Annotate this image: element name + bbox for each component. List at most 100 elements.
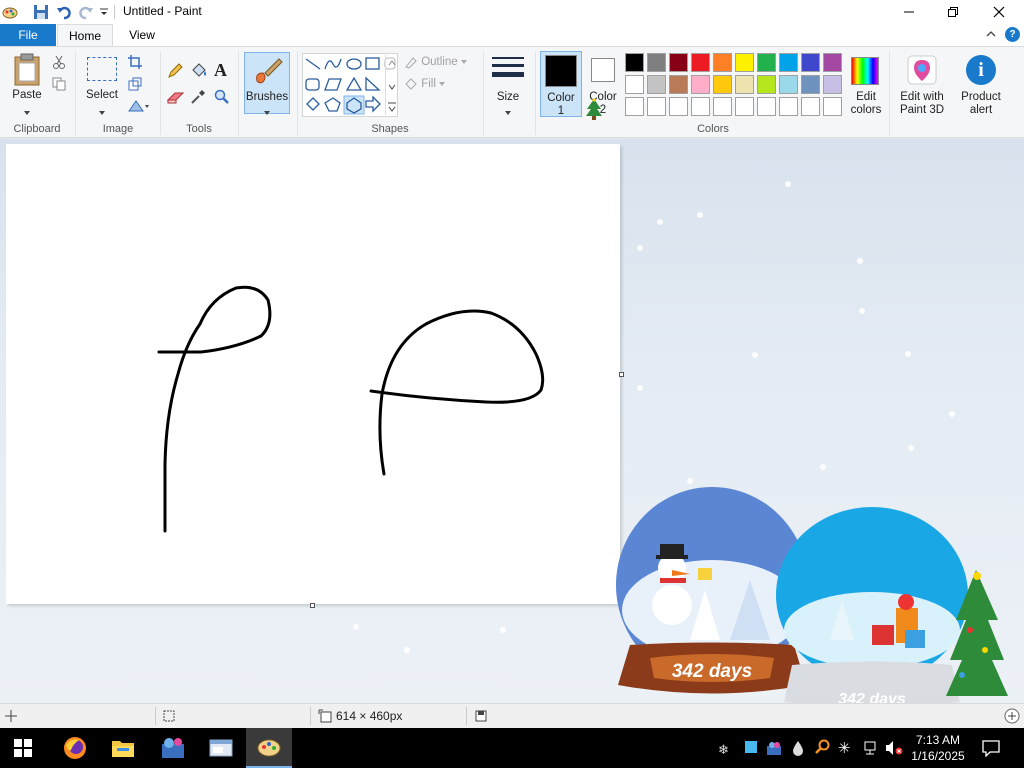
- resize-icon[interactable]: [128, 77, 142, 94]
- redo-icon[interactable]: [78, 4, 94, 20]
- palette-swatch[interactable]: [713, 97, 732, 116]
- title-divider: [114, 5, 115, 19]
- palette-swatch[interactable]: [823, 75, 842, 94]
- color1-number: 1: [557, 105, 565, 117]
- shapes-group-label: Shapes: [371, 123, 409, 135]
- palette-swatch[interactable]: [801, 75, 820, 94]
- palette-swatch[interactable]: [779, 53, 798, 72]
- window-app-icon[interactable]: [198, 728, 244, 768]
- palette-swatch[interactable]: [713, 75, 732, 94]
- snowflake-tray-icon[interactable]: ❄: [718, 742, 732, 757]
- minimize-button[interactable]: [886, 0, 932, 24]
- palette-swatch[interactable]: [713, 53, 732, 72]
- palette-swatch[interactable]: [735, 75, 754, 94]
- palette-swatch[interactable]: [691, 53, 710, 72]
- paint-taskbar-icon[interactable]: [246, 728, 292, 768]
- palette-swatch[interactable]: [757, 75, 776, 94]
- drawing-canvas[interactable]: [6, 144, 620, 604]
- crop-icon[interactable]: [128, 55, 142, 72]
- app-icon[interactable]: [150, 728, 196, 768]
- clock-time: 7:13 AM: [915, 733, 961, 747]
- help-icon[interactable]: ?: [1005, 27, 1020, 42]
- notifications-icon[interactable]: [982, 739, 1000, 760]
- palette-swatch[interactable]: [647, 75, 666, 94]
- palette-swatch[interactable]: [823, 97, 842, 116]
- paint-app-icon[interactable]: [2, 4, 18, 20]
- palette-swatch[interactable]: [735, 97, 754, 116]
- color1-button[interactable]: Color 1: [540, 51, 582, 117]
- palette-swatch[interactable]: [625, 53, 644, 72]
- maximize-button[interactable]: [930, 0, 976, 24]
- palette-swatch[interactable]: [669, 53, 688, 72]
- palette-swatch[interactable]: [757, 53, 776, 72]
- paste-button[interactable]: Paste: [6, 53, 48, 119]
- status-bar: 614 × 460px: [0, 703, 1024, 728]
- clock-date: 1/16/2025: [911, 749, 965, 763]
- status-divider: [155, 707, 156, 725]
- palette-swatch[interactable]: [757, 97, 776, 116]
- network-icon[interactable]: [862, 740, 878, 759]
- tray-app-icon[interactable]: [766, 740, 782, 759]
- palette-swatch[interactable]: [735, 53, 754, 72]
- brushes-button[interactable]: Brushes: [244, 52, 290, 115]
- edit-colors-button[interactable]: Edit colors: [846, 53, 886, 119]
- eraser-icon[interactable]: [166, 91, 185, 108]
- fill-button[interactable]: Fill: [404, 77, 480, 93]
- palette-swatch[interactable]: [647, 53, 666, 72]
- palette-swatch[interactable]: [625, 75, 644, 94]
- color1-label: Color: [547, 92, 575, 104]
- palette-swatch[interactable]: [669, 75, 688, 94]
- resize-handle-bottom[interactable]: [310, 603, 315, 608]
- start-button[interactable]: [0, 728, 46, 768]
- copy-icon[interactable]: [52, 77, 66, 94]
- clock[interactable]: 7:13 AM 1/16/2025: [906, 732, 970, 764]
- paste-label: Paste: [12, 89, 42, 101]
- palette-swatch[interactable]: [669, 97, 688, 116]
- rotate-icon[interactable]: [128, 99, 150, 116]
- water-drop-icon[interactable]: [792, 740, 804, 759]
- palette-swatch[interactable]: [625, 97, 644, 116]
- palette-swatch[interactable]: [823, 53, 842, 72]
- snow-globe-decor: 342 days 342 days: [610, 480, 1024, 708]
- text-tool-icon[interactable]: A: [214, 60, 227, 81]
- undo-icon[interactable]: [56, 4, 72, 20]
- shapes-gallery[interactable]: [302, 53, 398, 117]
- palette-swatch[interactable]: [691, 97, 710, 116]
- zoom-in-icon[interactable]: [1004, 708, 1020, 727]
- palette-swatch[interactable]: [779, 97, 798, 116]
- dropdown-arrow-icon: [99, 105, 105, 115]
- outline-button[interactable]: Outline: [404, 55, 480, 71]
- resize-handle-right[interactable]: [619, 372, 624, 377]
- cut-icon[interactable]: [52, 55, 66, 72]
- customize-quick-access-icon[interactable]: [99, 6, 109, 18]
- palette-swatch[interactable]: [647, 97, 666, 116]
- shapes-scroll[interactable]: [385, 55, 397, 115]
- edit-with-paint3d-button[interactable]: Edit with Paint 3D: [894, 53, 950, 119]
- volume-muted-icon[interactable]: [885, 740, 903, 759]
- app-tray-icon[interactable]: [745, 741, 757, 753]
- tab-file[interactable]: File: [0, 24, 56, 46]
- search-tray-icon[interactable]: [815, 739, 831, 758]
- size-button[interactable]: Size: [489, 53, 527, 117]
- save-icon[interactable]: [33, 4, 49, 20]
- color-picker-icon[interactable]: [190, 89, 206, 108]
- tab-home[interactable]: Home: [57, 24, 113, 46]
- fill-bucket-icon[interactable]: [190, 63, 208, 82]
- firefox-icon[interactable]: [52, 728, 98, 768]
- palette-swatch[interactable]: [801, 53, 820, 72]
- palette-swatch[interactable]: [801, 97, 820, 116]
- chevron-up-icon[interactable]: [984, 27, 998, 41]
- file-explorer-icon[interactable]: [100, 728, 146, 768]
- tab-view[interactable]: View: [115, 24, 169, 46]
- pencil-icon[interactable]: [167, 63, 183, 82]
- dropdown-arrow-icon: [24, 105, 30, 115]
- asterisk-tray-icon[interactable]: ✳: [838, 739, 851, 757]
- magnifier-icon[interactable]: [214, 89, 230, 108]
- palette-swatch[interactable]: [691, 75, 710, 94]
- select-button[interactable]: Select: [82, 53, 122, 119]
- palette-swatch[interactable]: [779, 75, 798, 94]
- color-palette: [625, 53, 845, 119]
- close-button[interactable]: [976, 0, 1022, 24]
- brushes-label: Brushes: [245, 91, 289, 103]
- product-alert-button[interactable]: i Product alert: [956, 53, 1006, 119]
